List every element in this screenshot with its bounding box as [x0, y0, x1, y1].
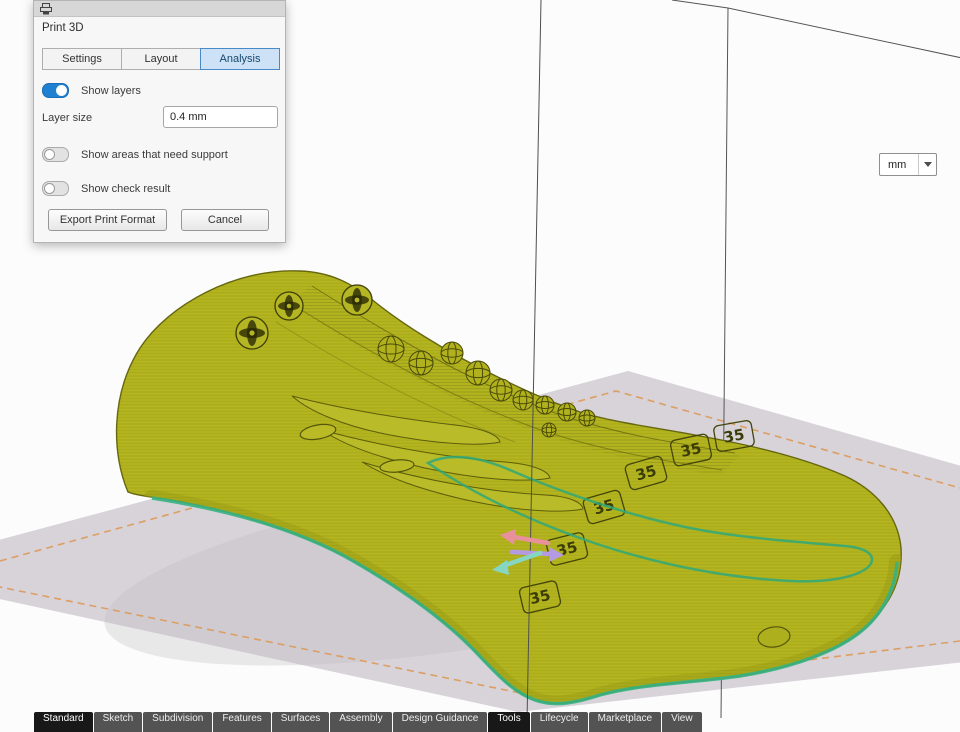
- toggle-knob: [56, 85, 67, 96]
- dialog-tab-bar: Settings Layout Analysis: [42, 48, 280, 70]
- toggle-knob: [44, 183, 55, 194]
- bottom-tab-view[interactable]: View: [662, 712, 702, 732]
- bottom-tab-bar: Standard Sketch Subdivision Features Surface…: [34, 712, 702, 732]
- toggle-knob: [44, 149, 55, 160]
- cancel-button[interactable]: Cancel: [181, 209, 269, 231]
- dialog-tab-analysis[interactable]: Analysis: [200, 48, 280, 70]
- chevron-down-icon: [923, 162, 932, 167]
- units-value: mm: [888, 158, 907, 171]
- bottom-tab-subdivision[interactable]: Subdivision: [143, 712, 213, 732]
- bottom-tab-features[interactable]: Features: [213, 712, 271, 732]
- dropdown-arrow-box[interactable]: [918, 154, 936, 175]
- bottom-tab-marketplace[interactable]: Marketplace: [588, 712, 662, 732]
- show-support-label: Show areas that need support: [81, 148, 228, 161]
- bottom-tab-standard[interactable]: Standard: [34, 712, 93, 732]
- layer-size-label: Layer size: [42, 112, 93, 124]
- show-support-row: Show areas that need support: [42, 147, 228, 162]
- layer-size-input[interactable]: [163, 106, 278, 128]
- dialog-header[interactable]: [34, 1, 285, 17]
- bottom-tab-assembly[interactable]: Assembly: [330, 712, 392, 732]
- dialog-tab-settings[interactable]: Settings: [42, 48, 122, 70]
- bottom-tab-sketch[interactable]: Sketch: [93, 712, 143, 732]
- units-dropdown[interactable]: mm: [879, 153, 937, 176]
- show-layers-row: Show layers: [42, 83, 141, 98]
- show-check-toggle[interactable]: [42, 181, 69, 196]
- bottom-tab-lifecycle[interactable]: Lifecycle: [530, 712, 588, 732]
- show-layers-toggle[interactable]: [42, 83, 69, 98]
- bottom-tab-tools[interactable]: Tools: [488, 712, 530, 732]
- dialog-tab-layout[interactable]: Layout: [121, 48, 201, 70]
- print3d-icon: [40, 2, 52, 14]
- show-support-toggle[interactable]: [42, 147, 69, 162]
- bottom-tab-surfaces[interactable]: Surfaces: [271, 712, 330, 732]
- export-print-format-button[interactable]: Export Print Format: [48, 209, 167, 231]
- show-layers-label: Show layers: [81, 84, 141, 97]
- dialog-title: Print 3D: [42, 22, 84, 34]
- size-marker: 35: [722, 425, 746, 446]
- show-check-row: Show check result: [42, 181, 170, 196]
- print3d-dialog: Print 3D Settings Layout Analysis Show lay…: [33, 0, 286, 243]
- bottom-tab-design-guidance[interactable]: Design Guidance: [392, 712, 488, 732]
- show-check-label: Show check result: [81, 182, 171, 195]
